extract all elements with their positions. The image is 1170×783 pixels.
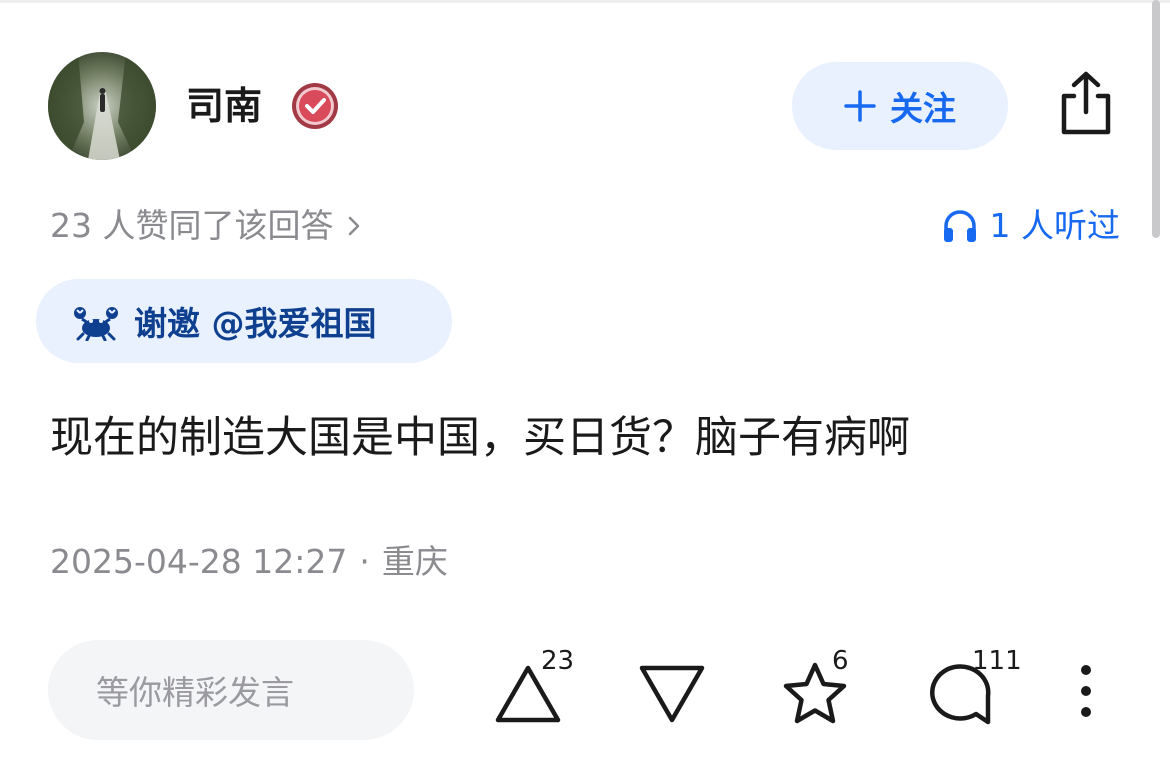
answer-meta: 2025-04-28 12:27 · 重庆 <box>50 536 448 588</box>
agree-count-link[interactable]: 23 人赞同了该回答 <box>50 202 361 250</box>
comment-placeholder: 等你精彩发言 <box>96 673 294 712</box>
share-icon[interactable] <box>1056 70 1116 136</box>
favorite-count: 6 <box>832 646 849 676</box>
invite-tag[interactable]: 谢邀 @我爱祖国 <box>36 279 452 363</box>
crab-icon <box>74 307 118 341</box>
follow-button[interactable]: 关注 <box>792 62 1008 150</box>
invite-text: 谢邀 @我爱祖国 <box>134 304 377 343</box>
follow-label: 关注 <box>890 89 956 128</box>
answer-date: 2025-04-28 12:27 <box>50 542 348 581</box>
plus-icon <box>844 90 876 122</box>
downvote-icon <box>639 665 705 723</box>
downvote-button[interactable] <box>638 664 706 724</box>
author-name[interactable]: 司南 <box>186 80 262 132</box>
comment-count: 111 <box>972 646 1022 676</box>
listen-count[interactable]: 1 人听过 <box>942 202 1121 250</box>
upvote-count: 23 <box>541 646 575 676</box>
answer-location: 重庆 <box>381 542 448 581</box>
scrollbar[interactable] <box>1152 0 1160 238</box>
top-divider <box>0 0 1170 3</box>
more-icon[interactable] <box>1072 662 1100 722</box>
listen-text: 1 人听过 <box>989 206 1121 245</box>
avatar[interactable] <box>48 52 156 160</box>
comment-input[interactable]: 等你精彩发言 <box>48 640 414 740</box>
agree-text: 23 人赞同了该回答 <box>50 206 334 245</box>
verified-badge-icon <box>290 81 340 131</box>
answer-content: 现在的制造大国是中国，买日货？脑子有病啊 <box>50 413 910 463</box>
headphones-icon <box>943 210 976 242</box>
meta-separator: · <box>359 542 370 581</box>
chevron-right-icon <box>349 216 360 236</box>
